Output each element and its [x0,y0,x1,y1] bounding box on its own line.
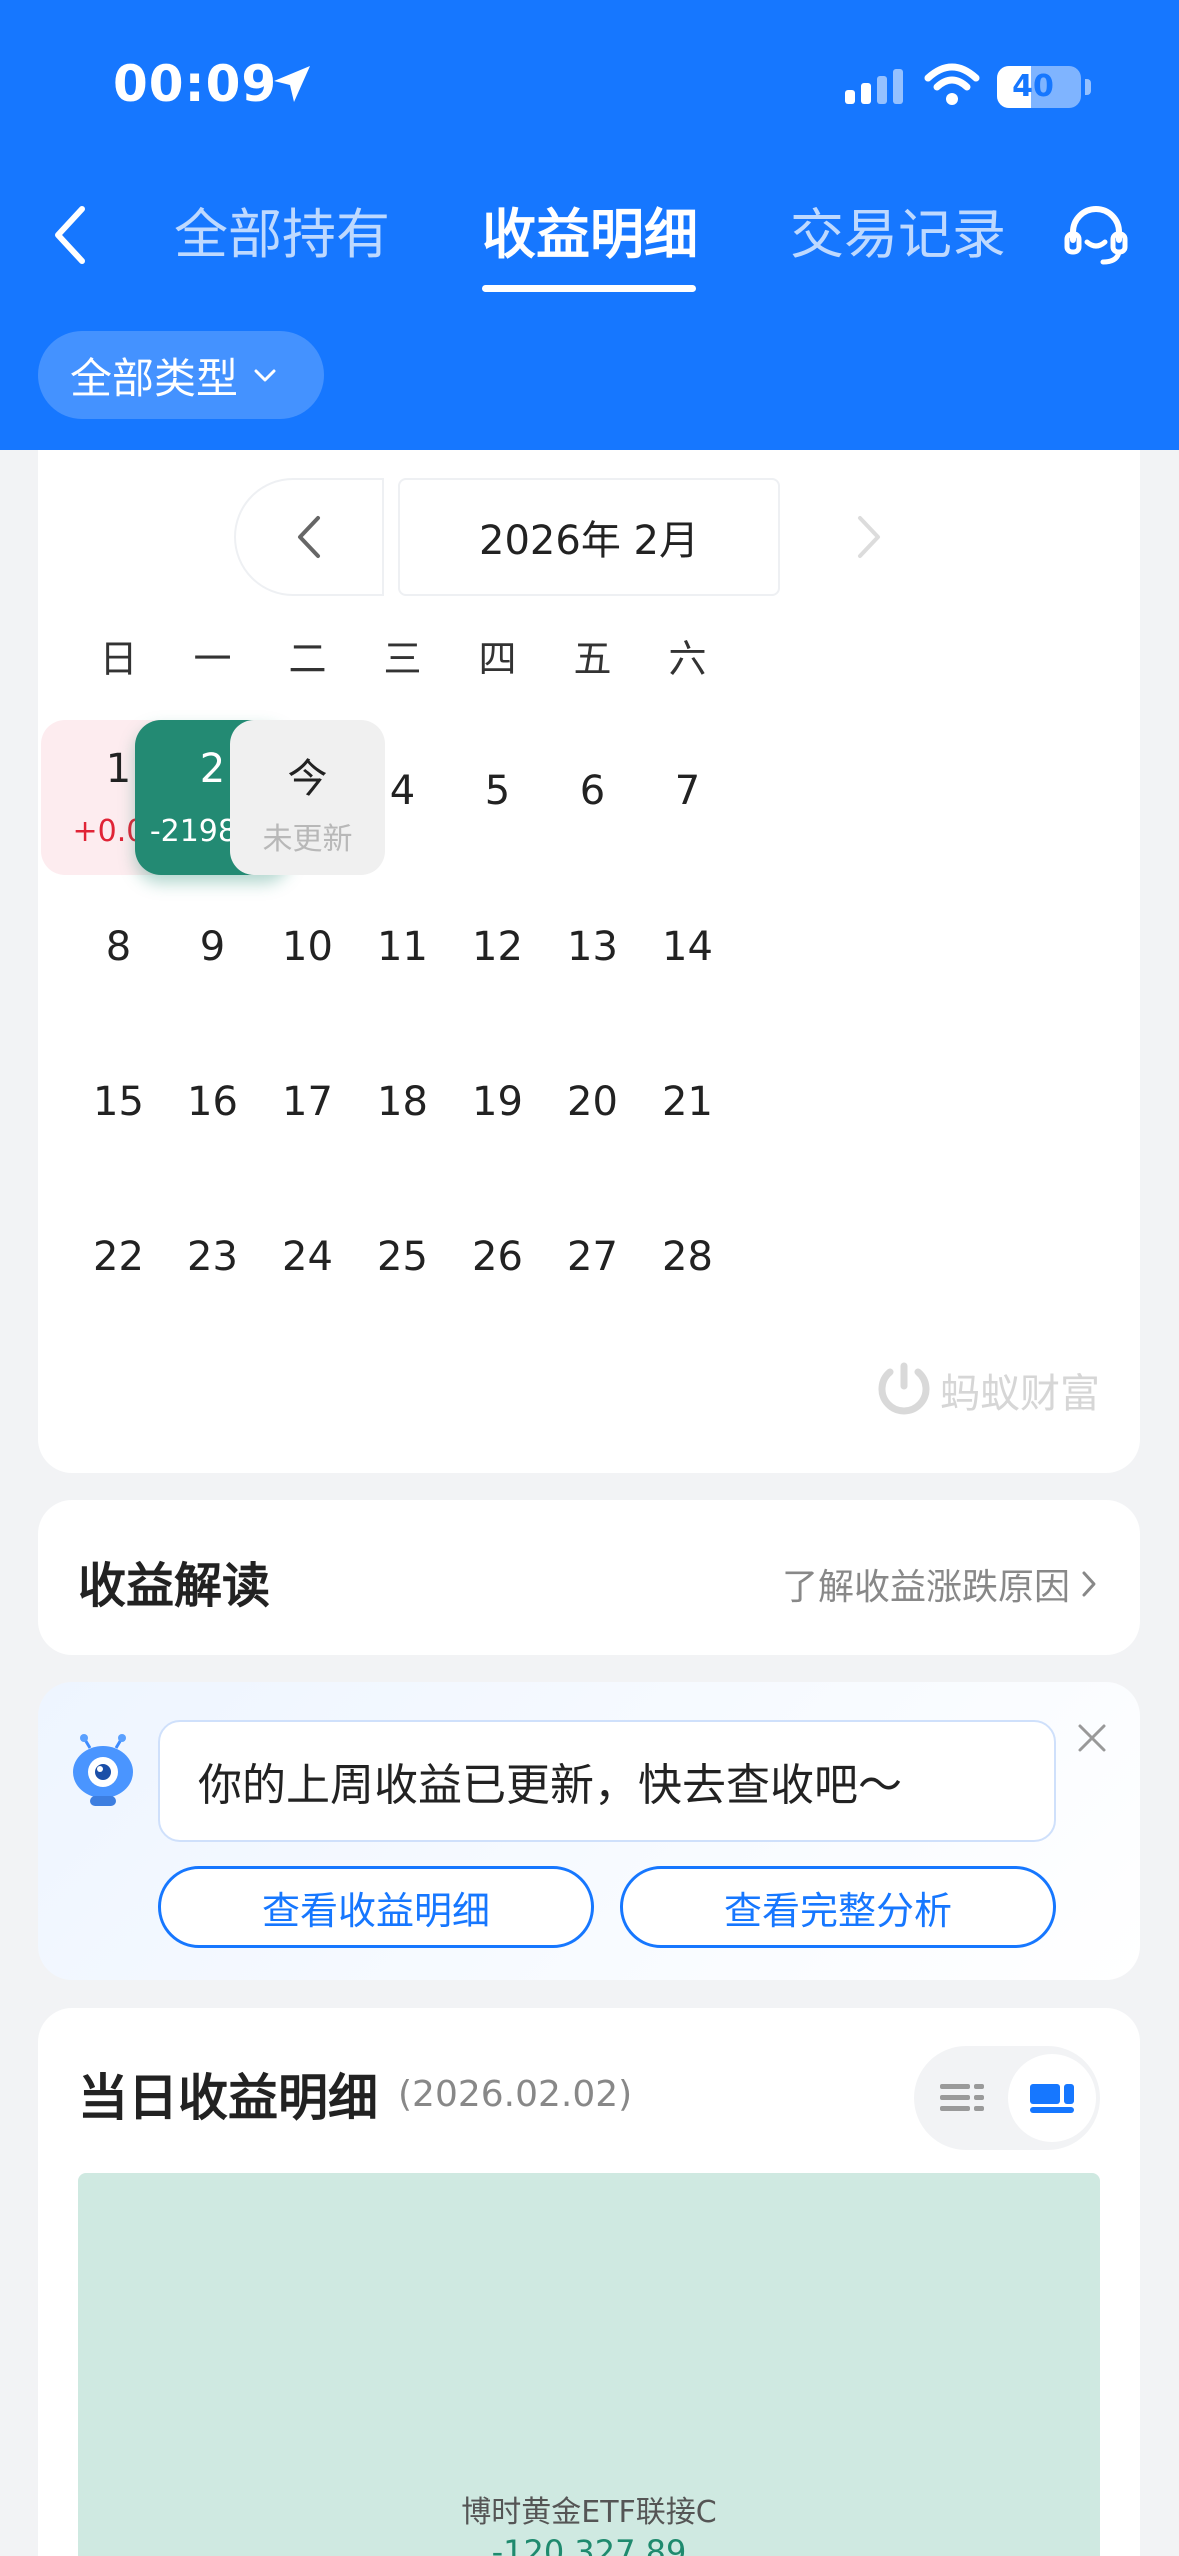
robot-mascot-icon [73,1734,133,1806]
tab-transactions[interactable]: 交易记录 [790,195,1006,275]
back-button[interactable] [40,197,100,273]
list-view-icon [940,2084,984,2111]
chevron-left-icon [55,206,85,264]
day-number: 28 [662,1234,713,1280]
month-label[interactable]: 2026年 2月 [398,478,780,596]
location-arrow-icon [274,66,310,102]
treemap-fund-value: -120,327.89 [491,2533,687,2556]
page: 00:09 40 全部持有 收益明细 交易记录 全部类型 2026年 2月 日 … [0,0,1179,2556]
calendar-day[interactable]: 21 [610,1031,765,1186]
weekly-income-notice: 你的上周收益已更新，快去查收吧～ 查看收益明细 查看完整分析 [38,1682,1140,1980]
chevron-right-icon [1082,1571,1096,1597]
daily-income-detail-card: 当日收益明细 (2026.02.02) 博时黄金ETF联接C -120,327.… [38,2008,1140,2556]
calendar-day[interactable]: 28 [610,1186,765,1341]
income-interpretation-card[interactable]: 收益解读 了解收益涨跌原因 [38,1500,1140,1655]
close-notice-button[interactable] [1068,1714,1116,1762]
daily-detail-title: 当日收益明细 [78,2069,378,2127]
header: 00:09 40 全部持有 收益明细 交易记录 全部类型 [0,0,1179,450]
chevron-right-icon [858,516,880,558]
interpretation-title: 收益解读 [78,1558,271,1614]
calendar-day[interactable]: 14 [610,876,765,1031]
battery-level: 40 [1012,69,1054,104]
tab-holdings[interactable]: 全部持有 [174,195,390,275]
day-number: 21 [662,1079,713,1125]
cellular-signal-icon [845,69,903,104]
customer-service-button[interactable] [1060,197,1132,273]
ant-fortune-logo-icon [878,1362,930,1415]
treemap-block[interactable]: 博时黄金ETF联接C -120,327.89 [78,2173,1100,2556]
headset-icon [1064,206,1128,265]
type-filter-label: 全部类型 [70,353,239,403]
chevron-left-icon [298,516,320,558]
weekday-label: 六 [668,637,707,681]
type-filter-dropdown[interactable]: 全部类型 [38,331,324,419]
active-tab-indicator [482,285,696,292]
daily-detail-date: (2026.02.02) [398,2074,633,2115]
calendar-card: 2026年 2月 日一二三四五六 1 +0.04 2 -219860 今未更新 4 5 6 7 8… [38,450,1140,1473]
top-nav: 全部持有 收益明细 交易记录 [0,175,1179,305]
next-month-button[interactable] [794,478,944,596]
status-time: 00:09 [113,55,278,113]
status-bar: 00:09 40 [0,0,1179,175]
interpretation-link-label: 了解收益涨跌原因 [781,1567,1070,1608]
calendar-day[interactable]: 7 [610,720,765,875]
day-number: 7 [674,768,701,814]
tab-income-detail[interactable]: 收益明细 [482,195,698,275]
view-mode-toggle [914,2046,1100,2150]
interpretation-link[interactable]: 了解收益涨跌原因 [782,1558,1098,1610]
watermark-text: 蚂蚁财富 [940,1371,1100,1417]
brand-watermark: 蚂蚁财富 [876,1360,1100,1420]
list-view-button[interactable] [918,2054,1006,2142]
day-number: 14 [662,924,713,970]
chevron-down-icon [254,369,276,382]
view-income-detail-button[interactable]: 查看收益明细 [158,1866,594,1948]
block-view-button[interactable] [1008,2054,1096,2142]
prev-month-button[interactable] [234,478,384,596]
wifi-icon [924,63,980,105]
block-view-icon [1030,2084,1074,2113]
battery-icon: 40 [997,66,1081,108]
view-full-analysis-button[interactable]: 查看完整分析 [620,1866,1056,1948]
battery-cap [1085,79,1091,95]
close-icon [1078,1724,1106,1752]
treemap-fund-name: 博时黄金ETF联接C [461,2495,717,2530]
notice-message: 你的上周收益已更新，快去查收吧～ [158,1720,1056,1842]
